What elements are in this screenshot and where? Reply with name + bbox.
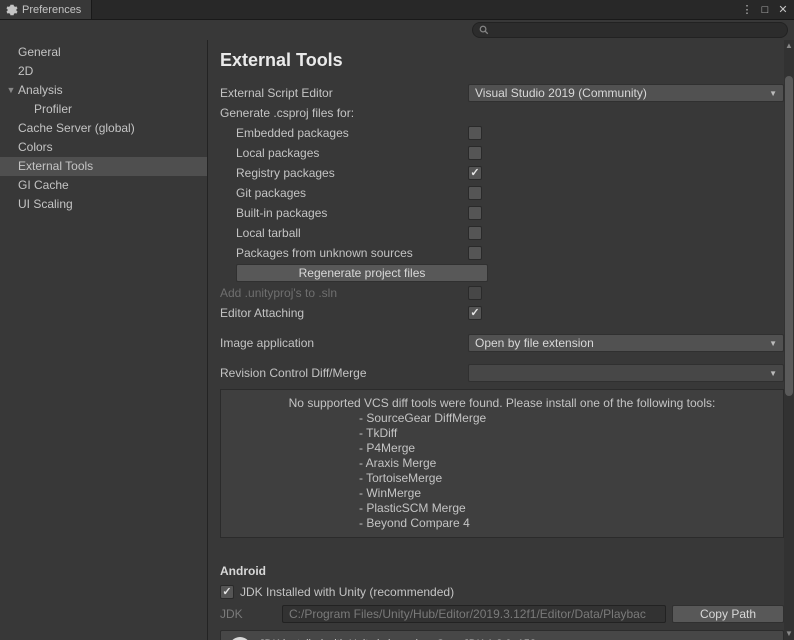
search-box[interactable] — [472, 22, 788, 38]
vcs-tool: - WinMerge — [231, 486, 773, 501]
menu-icon[interactable]: ⋮ — [740, 3, 754, 16]
sidebar-item-general[interactable]: General — [0, 43, 207, 62]
label-unknown-sources: Packages from unknown sources — [220, 246, 468, 260]
sidebar-item-gi-cache[interactable]: GI Cache — [0, 176, 207, 195]
sidebar-item-colors[interactable]: Colors — [0, 138, 207, 157]
main-panel: External Tools External Script Editor Vi… — [208, 40, 794, 640]
sidebar-item-ui-scaling[interactable]: UI Scaling — [0, 195, 207, 214]
chevron-down-icon: ▼ — [769, 369, 777, 378]
maximize-icon[interactable]: □ — [758, 4, 772, 16]
checkbox-jdk-installed[interactable] — [220, 585, 234, 599]
vcs-tool: - Beyond Compare 4 — [231, 516, 773, 531]
vcs-tool: - TkDiff — [231, 426, 773, 441]
chevron-down-icon: ▼ — [769, 339, 777, 348]
label-generate-csproj: Generate .csproj files for: — [220, 106, 468, 120]
sidebar-item-cache-server[interactable]: Cache Server (global) — [0, 119, 207, 138]
tab-preferences[interactable]: Preferences — [0, 0, 92, 19]
label-registry-packages: Registry packages — [220, 166, 468, 180]
chevron-down-icon: ▼ — [769, 89, 777, 98]
copy-path-button[interactable]: Copy Path — [672, 605, 784, 623]
android-heading: Android — [220, 558, 784, 582]
checkbox-add-unityproj — [468, 286, 482, 300]
label-image-application: Image application — [220, 336, 468, 350]
checkbox-unknown-sources[interactable] — [468, 246, 482, 260]
close-icon[interactable]: ✕ — [776, 3, 790, 16]
vcs-tool: - P4Merge — [231, 441, 773, 456]
vcs-tool: - TortoiseMerge — [231, 471, 773, 486]
checkbox-editor-attaching[interactable] — [468, 306, 482, 320]
page-title: External Tools — [220, 40, 784, 83]
checkbox-local-packages[interactable] — [468, 146, 482, 160]
sidebar-item-analysis[interactable]: ▼Analysis — [0, 81, 207, 100]
checkbox-git-packages[interactable] — [468, 186, 482, 200]
scrollbar[interactable]: ▲ ▼ — [784, 40, 794, 640]
tab-bar: Preferences ⋮ □ ✕ — [0, 0, 794, 20]
label-editor-attaching: Editor Attaching — [220, 306, 468, 320]
sidebar-item-profiler[interactable]: Profiler — [0, 100, 207, 119]
dropdown-external-script-editor[interactable]: Visual Studio 2019 (Community) ▼ — [468, 84, 784, 102]
label-add-unityproj: Add .unityproj's to .sln — [220, 286, 468, 300]
checkbox-local-tarball[interactable] — [468, 226, 482, 240]
scroll-down-icon[interactable]: ▼ — [784, 628, 794, 640]
label-jdk-installed: JDK Installed with Unity (recommended) — [240, 585, 454, 599]
checkbox-embedded-packages[interactable] — [468, 126, 482, 140]
jdk-info-box: ! JDK installed with Unity is based on O… — [220, 630, 784, 640]
vcs-tool: - PlasticSCM Merge — [231, 501, 773, 516]
label-external-script-editor: External Script Editor — [220, 86, 468, 100]
jdk-path-field: C:/Program Files/Unity/Hub/Editor/2019.3… — [282, 605, 666, 623]
vcs-message: No supported VCS diff tools were found. … — [231, 396, 773, 411]
dropdown-revision-control[interactable]: ▼ — [468, 364, 784, 382]
label-git-packages: Git packages — [220, 186, 468, 200]
sidebar-item-2d[interactable]: 2D — [0, 62, 207, 81]
dropdown-image-application[interactable]: Open by file extension▼ — [468, 334, 784, 352]
label-embedded-packages: Embedded packages — [220, 126, 468, 140]
search-input[interactable] — [493, 24, 781, 36]
search-icon — [479, 25, 489, 35]
chevron-down-icon: ▼ — [6, 83, 16, 98]
sidebar-item-external-tools[interactable]: External Tools — [0, 157, 207, 176]
label-revision-control: Revision Control Diff/Merge — [220, 366, 468, 380]
label-builtin-packages: Built-in packages — [220, 206, 468, 220]
window-controls: ⋮ □ ✕ — [736, 0, 794, 19]
scroll-up-icon[interactable]: ▲ — [784, 40, 794, 52]
scroll-thumb[interactable] — [785, 76, 793, 396]
sidebar: General 2D ▼Analysis Profiler Cache Serv… — [0, 40, 208, 640]
checkbox-registry-packages[interactable] — [468, 166, 482, 180]
gear-icon — [6, 4, 18, 16]
tab-label: Preferences — [22, 4, 81, 16]
checkbox-builtin-packages[interactable] — [468, 206, 482, 220]
label-local-packages: Local packages — [220, 146, 468, 160]
vcs-tool: - Araxis Merge — [231, 456, 773, 471]
regenerate-button[interactable]: Regenerate project files — [236, 264, 488, 282]
label-local-tarball: Local tarball — [220, 226, 468, 240]
label-jdk: JDK — [220, 607, 276, 621]
vcs-tool: - SourceGear DiffMerge — [231, 411, 773, 426]
vcs-info-box: No supported VCS diff tools were found. … — [220, 389, 784, 538]
search-row — [0, 20, 794, 40]
